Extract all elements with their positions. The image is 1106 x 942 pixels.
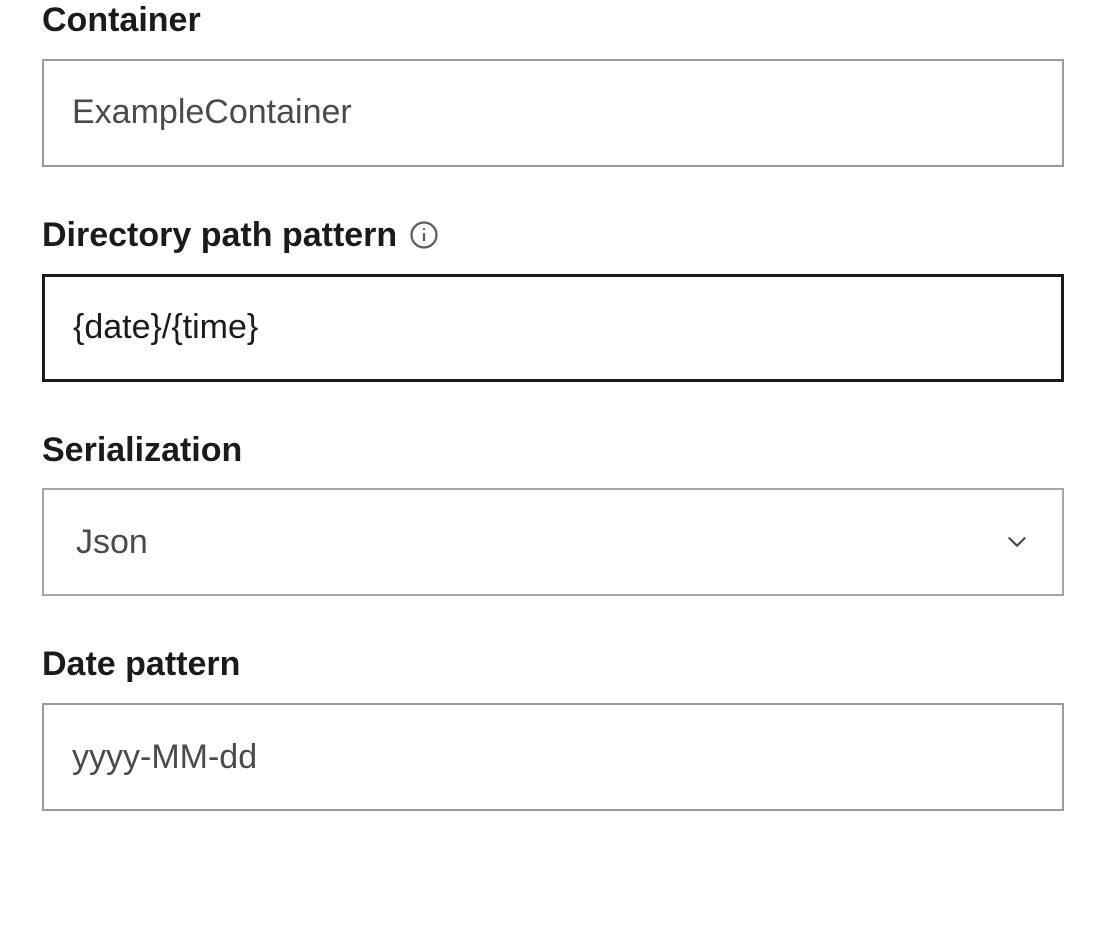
container-input[interactable] xyxy=(42,59,1064,167)
date-pattern-input[interactable] xyxy=(42,703,1064,811)
date-pattern-field: Date pattern xyxy=(42,644,1064,811)
container-label-row: Container xyxy=(42,0,1064,41)
info-icon[interactable] xyxy=(409,220,439,250)
chevron-down-icon xyxy=(1002,527,1032,557)
container-label: Container xyxy=(42,0,201,41)
date-pattern-label: Date pattern xyxy=(42,644,240,685)
serialization-select[interactable]: Json xyxy=(42,488,1064,596)
serialization-select-wrap: Json xyxy=(42,488,1064,596)
container-field: Container xyxy=(42,0,1064,167)
directory-path-pattern-field: Directory path pattern xyxy=(42,215,1064,382)
serialization-select-value: Json xyxy=(76,523,148,562)
directory-path-pattern-input[interactable] xyxy=(42,274,1064,382)
serialization-label: Serialization xyxy=(42,430,242,471)
serialization-label-row: Serialization xyxy=(42,430,1064,471)
form-section: Container Directory path pattern Seriali… xyxy=(0,0,1106,811)
directory-path-pattern-label: Directory path pattern xyxy=(42,215,397,256)
date-pattern-label-row: Date pattern xyxy=(42,644,1064,685)
serialization-field: Serialization Json xyxy=(42,430,1064,597)
directory-path-pattern-label-row: Directory path pattern xyxy=(42,215,1064,256)
